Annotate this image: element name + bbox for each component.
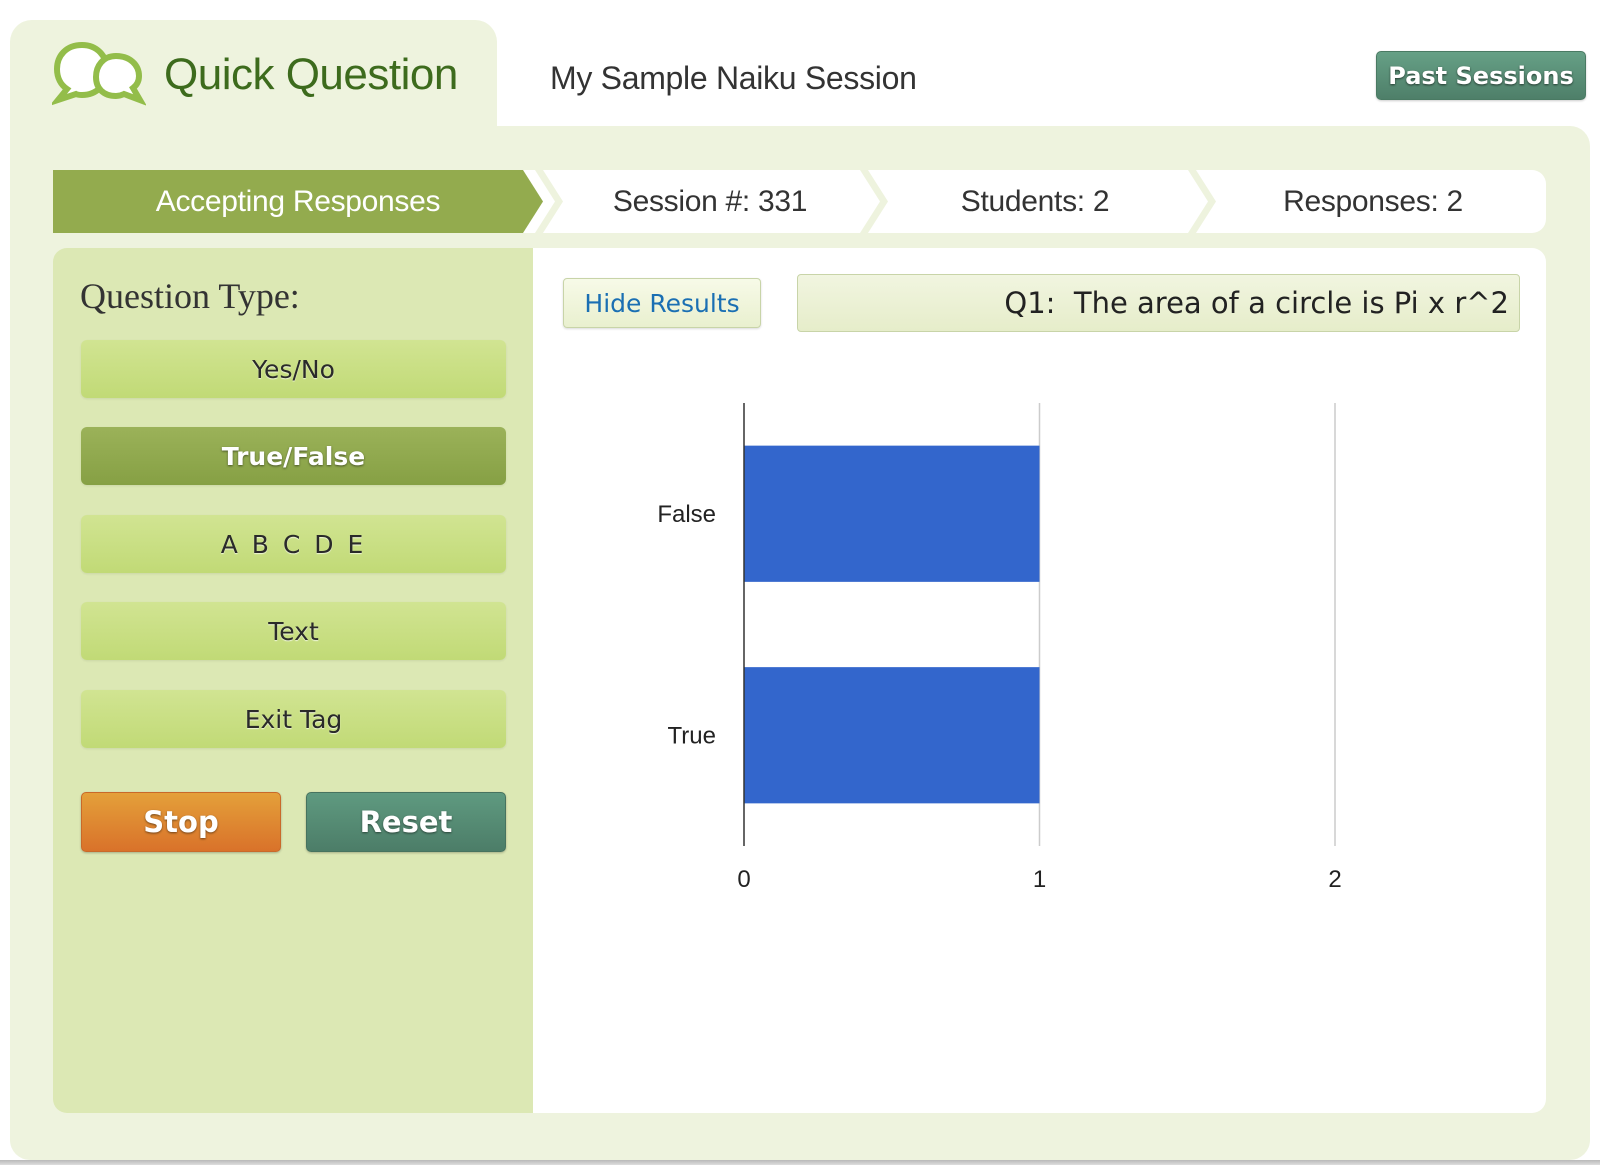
x-tick-label: 1 xyxy=(1033,866,1046,893)
question-type-text[interactable]: Text xyxy=(81,602,506,660)
stop-button[interactable]: Stop xyxy=(81,792,281,852)
question-type-true-false[interactable]: True/False xyxy=(81,427,506,485)
category-label: False xyxy=(657,501,716,528)
past-sessions-button[interactable]: Past Sessions xyxy=(1376,51,1586,100)
question-type-yes-no[interactable]: Yes/No xyxy=(81,340,506,398)
results-bar-chart: 0 1 2 False True xyxy=(657,403,1342,893)
status-responses: Responses: 2 xyxy=(1283,184,1463,218)
status-state: Accepting Responses xyxy=(53,170,543,233)
bar-false xyxy=(744,445,1040,582)
session-name: My Sample Naiku Session xyxy=(550,60,917,96)
question-type-exit-tag[interactable]: Exit Tag xyxy=(81,690,506,748)
hide-results-button[interactable]: Hide Results xyxy=(563,278,761,328)
status-students: Students: 2 xyxy=(960,184,1110,218)
app-title: Quick Question xyxy=(164,50,458,99)
question-text: Q1: The area of a circle is Pi x r^2 xyxy=(797,274,1520,332)
page-bottom-border xyxy=(0,1160,1600,1165)
x-tick-label: 0 xyxy=(737,866,750,893)
question-type-abcde[interactable]: A B C D E xyxy=(81,515,506,573)
category-label: True xyxy=(668,722,716,749)
chat-bubbles-icon xyxy=(52,41,146,106)
status-session-number: Session #: 331 xyxy=(612,184,808,218)
question-type-label: Question Type: xyxy=(80,276,300,316)
reset-button[interactable]: Reset xyxy=(306,792,506,852)
x-tick-label: 2 xyxy=(1328,866,1341,893)
bar-true xyxy=(744,667,1040,804)
